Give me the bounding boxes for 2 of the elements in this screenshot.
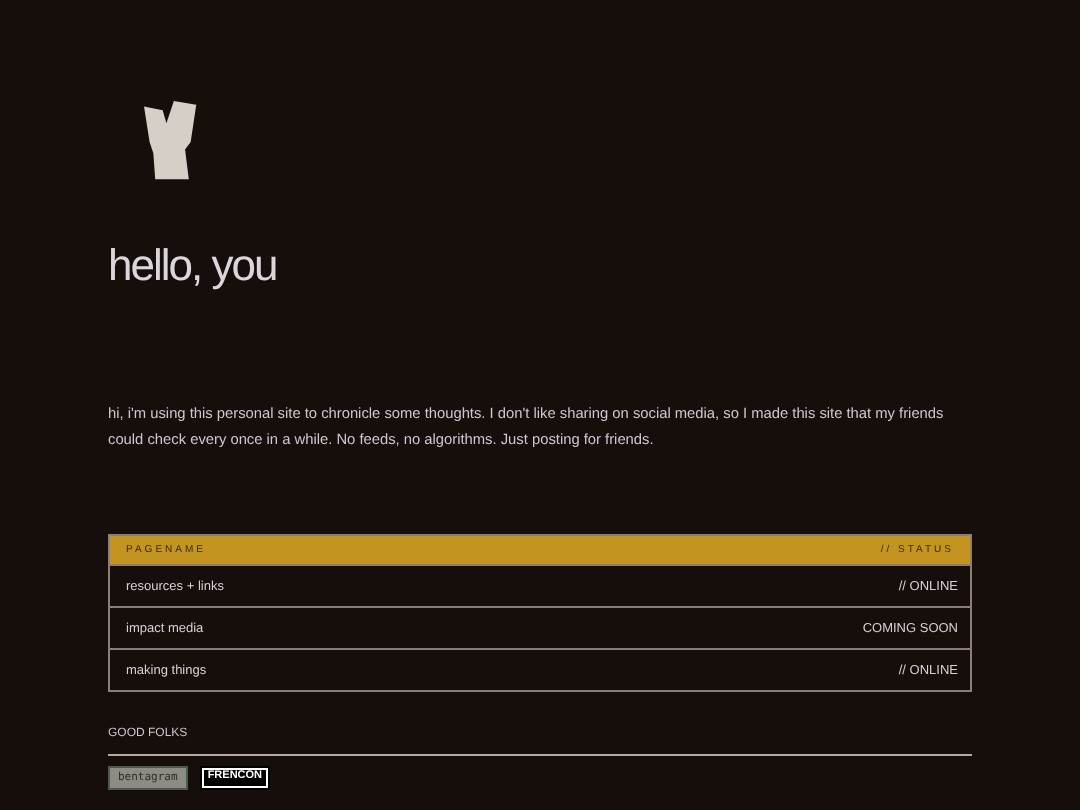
page-title: hello, you [108,238,279,294]
logo-icon [144,100,200,184]
